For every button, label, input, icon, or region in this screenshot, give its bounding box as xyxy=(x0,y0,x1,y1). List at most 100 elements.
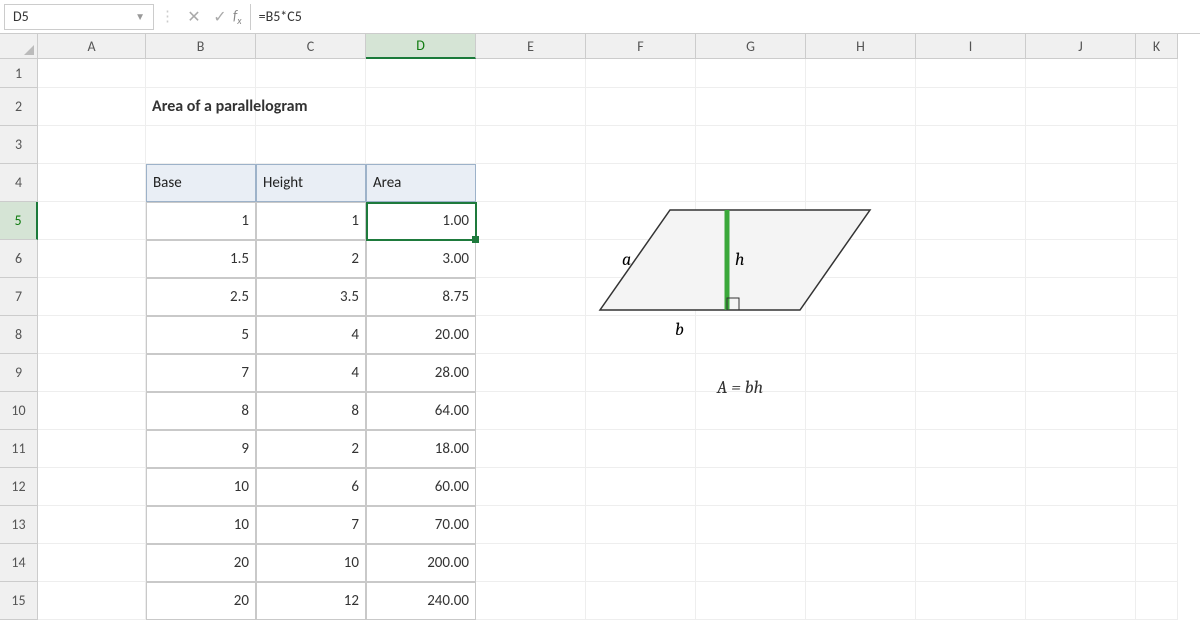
cell-E6[interactable] xyxy=(476,240,586,278)
cell-A8[interactable] xyxy=(38,316,146,354)
cell-B10[interactable]: 8 xyxy=(146,392,256,430)
cell-K3[interactable] xyxy=(1136,126,1178,164)
cell-C11[interactable]: 2 xyxy=(256,430,366,468)
cell-D5[interactable]: 1.00 xyxy=(366,202,476,240)
cell-D4[interactable]: Area xyxy=(366,164,476,202)
cell-I10[interactable] xyxy=(916,392,1026,430)
cell-J4[interactable] xyxy=(1026,164,1136,202)
cell-E9[interactable] xyxy=(476,354,586,392)
cell-G3[interactable] xyxy=(696,126,806,164)
cell-J7[interactable] xyxy=(1026,278,1136,316)
cell-C5[interactable]: 1 xyxy=(256,202,366,240)
cell-H15[interactable] xyxy=(806,582,916,620)
cell-C15[interactable]: 12 xyxy=(256,582,366,620)
cell-I2[interactable] xyxy=(916,88,1026,126)
cell-C4[interactable]: Height xyxy=(256,164,366,202)
cell-B15[interactable]: 20 xyxy=(146,582,256,620)
col-header-J[interactable]: J xyxy=(1026,34,1136,59)
cell-J10[interactable] xyxy=(1026,392,1136,430)
cell-E1[interactable] xyxy=(476,59,586,88)
cell-C7[interactable]: 3.5 xyxy=(256,278,366,316)
cell-K4[interactable] xyxy=(1136,164,1178,202)
row-header-5[interactable]: 5 xyxy=(0,202,38,240)
cell-C1[interactable] xyxy=(256,59,366,88)
cell-F14[interactable] xyxy=(586,544,696,582)
cell-A3[interactable] xyxy=(38,126,146,164)
cell-B14[interactable]: 20 xyxy=(146,544,256,582)
cell-K6[interactable] xyxy=(1136,240,1178,278)
enter-icon[interactable]: ✓ xyxy=(207,7,233,27)
cell-I9[interactable] xyxy=(916,354,1026,392)
cell-I5[interactable] xyxy=(916,202,1026,240)
cell-F15[interactable] xyxy=(586,582,696,620)
cell-B5[interactable]: 1 xyxy=(146,202,256,240)
select-all-corner[interactable] xyxy=(0,34,38,59)
cell-I4[interactable] xyxy=(916,164,1026,202)
cell-E14[interactable] xyxy=(476,544,586,582)
cell-K9[interactable] xyxy=(1136,354,1178,392)
cell-H12[interactable] xyxy=(806,468,916,506)
cell-G15[interactable] xyxy=(696,582,806,620)
row-header-6[interactable]: 6 xyxy=(0,240,38,278)
col-header-F[interactable]: F xyxy=(586,34,696,59)
cell-J11[interactable] xyxy=(1026,430,1136,468)
cell-A1[interactable] xyxy=(38,59,146,88)
cell-I7[interactable] xyxy=(916,278,1026,316)
cell-F2[interactable] xyxy=(586,88,696,126)
cell-F11[interactable] xyxy=(586,430,696,468)
cell-K12[interactable] xyxy=(1136,468,1178,506)
cell-K13[interactable] xyxy=(1136,506,1178,544)
cell-K7[interactable] xyxy=(1136,278,1178,316)
cell-E15[interactable] xyxy=(476,582,586,620)
cell-A7[interactable] xyxy=(38,278,146,316)
cell-J5[interactable] xyxy=(1026,202,1136,240)
cell-E13[interactable] xyxy=(476,506,586,544)
cell-I3[interactable] xyxy=(916,126,1026,164)
cell-J13[interactable] xyxy=(1026,506,1136,544)
cell-E7[interactable] xyxy=(476,278,586,316)
cell-H14[interactable] xyxy=(806,544,916,582)
cell-B12[interactable]: 10 xyxy=(146,468,256,506)
cell-E12[interactable] xyxy=(476,468,586,506)
cell-C3[interactable] xyxy=(256,126,366,164)
cell-G12[interactable] xyxy=(696,468,806,506)
cell-H3[interactable] xyxy=(806,126,916,164)
cell-J6[interactable] xyxy=(1026,240,1136,278)
cell-B2[interactable]: Area of a parallelogram xyxy=(146,88,256,126)
chevron-down-icon[interactable]: ▼ xyxy=(135,10,145,23)
cell-D10[interactable]: 64.00 xyxy=(366,392,476,430)
cell-B1[interactable] xyxy=(146,59,256,88)
row-header-3[interactable]: 3 xyxy=(0,126,38,164)
cell-B8[interactable]: 5 xyxy=(146,316,256,354)
cell-A5[interactable] xyxy=(38,202,146,240)
cell-D12[interactable]: 60.00 xyxy=(366,468,476,506)
cell-J2[interactable] xyxy=(1026,88,1136,126)
cell-A10[interactable] xyxy=(38,392,146,430)
row-header-4[interactable]: 4 xyxy=(0,164,38,202)
cell-I8[interactable] xyxy=(916,316,1026,354)
cell-F1[interactable] xyxy=(586,59,696,88)
col-header-A[interactable]: A xyxy=(38,34,146,59)
cell-G11[interactable] xyxy=(696,430,806,468)
cell-A2[interactable] xyxy=(38,88,146,126)
cell-K8[interactable] xyxy=(1136,316,1178,354)
row-header-7[interactable]: 7 xyxy=(0,278,38,316)
cell-F13[interactable] xyxy=(586,506,696,544)
cell-K10[interactable] xyxy=(1136,392,1178,430)
cell-E3[interactable] xyxy=(476,126,586,164)
cell-I14[interactable] xyxy=(916,544,1026,582)
cell-A4[interactable] xyxy=(38,164,146,202)
cell-C12[interactable]: 6 xyxy=(256,468,366,506)
cell-F3[interactable] xyxy=(586,126,696,164)
cell-J15[interactable] xyxy=(1026,582,1136,620)
cell-I11[interactable] xyxy=(916,430,1026,468)
col-header-I[interactable]: I xyxy=(916,34,1026,59)
cell-E8[interactable] xyxy=(476,316,586,354)
cell-H13[interactable] xyxy=(806,506,916,544)
cell-B6[interactable]: 1.5 xyxy=(146,240,256,278)
col-header-B[interactable]: B xyxy=(146,34,256,59)
cell-C8[interactable]: 4 xyxy=(256,316,366,354)
cell-K15[interactable] xyxy=(1136,582,1178,620)
cell-J8[interactable] xyxy=(1026,316,1136,354)
row-header-9[interactable]: 9 xyxy=(0,354,38,392)
